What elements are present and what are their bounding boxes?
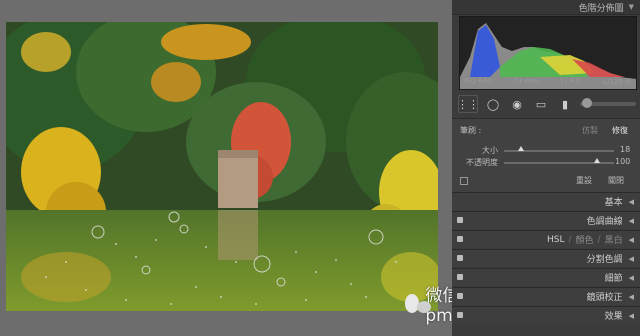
shutter-value: 1/125 秒 [602,78,632,86]
section-lens-label: 鏡頭校正 [586,293,623,303]
section-detail-label: 細節 [604,274,623,284]
size-value: 18 [620,145,630,154]
focal-value: 73 mm [513,77,539,85]
section-basic-label: 基本 [604,198,623,208]
opacity-label-text: 不透明度 [466,158,498,167]
expand-triangle-icon[interactable]: ◀ [629,274,634,282]
brush-actions: 重設 關閉 [576,175,624,186]
brush-options: 筆刷 : 仿製 修復 大小 18 不透明度 100 重設 關閉 [452,118,640,194]
tab-hsl[interactable]: HSL [547,235,565,245]
tab-color[interactable]: 顏色 [576,233,594,246]
section-effects[interactable]: 效果 ◀ [452,306,640,324]
graduated-filter-icon[interactable]: ▮ [556,96,574,112]
redeye-icon[interactable]: ◉ [508,96,526,112]
iso-value: ISO 640 [464,77,492,85]
section-basic[interactable]: 基本 ◀ [452,192,640,210]
size-slider-thumb[interactable] [518,146,524,151]
tool-slider[interactable] [580,98,636,108]
brush-label-text: 筆刷 : [460,126,482,135]
develop-panel: 色階分佈圖 ▼ ISO 640 73 mm f / 4.0 1/125 秒 ⋮⋮… [452,0,640,336]
section-split-toning[interactable]: 分割色調 ◀ [452,249,640,267]
opacity-slider-thumb[interactable] [594,158,600,163]
expand-triangle-icon[interactable]: ◀ [629,236,634,244]
expand-triangle-icon[interactable]: ◀ [629,255,634,263]
panel-switch-icon[interactable] [457,255,463,261]
expand-triangle-icon[interactable]: ◀ [629,217,634,225]
panel-switch-icon[interactable] [457,274,463,280]
histogram: ISO 640 73 mm f / 4.0 1/125 秒 [459,16,637,90]
reset-button[interactable]: 重設 [576,175,592,186]
image-canvas[interactable]: 微信号: pmsjpsjcxx [0,0,520,336]
size-label-text: 大小 [482,146,498,155]
histogram-title: 色階分佈圖 [578,3,624,14]
expand-triangle-icon[interactable]: ◀ [629,293,634,301]
slider-knob[interactable] [582,98,592,108]
brush-mode: 仿製 修復 [582,125,628,136]
panel-switch-icon[interactable] [457,217,463,223]
expand-triangle-icon[interactable]: ◀ [629,198,634,206]
grid-overlay-icon[interactable]: ⋮⋮ [457,95,479,113]
aperture-value: f / 4.0 [560,77,581,85]
tab-bw[interactable]: 黑白 [605,233,623,246]
opacity-value: 100 [615,157,630,166]
panel-switch-icon[interactable] [457,293,463,299]
toggle-switch-icon[interactable] [460,177,468,185]
size-value-text[interactable]: 18 [620,145,630,154]
spot-removal-icon[interactable]: ◯ [484,96,502,112]
section-effects-label: 效果 [604,312,623,322]
photo-preview[interactable] [6,22,438,311]
clone-button[interactable]: 仿製 [582,125,598,136]
adjustment-brush-icon[interactable]: ▭ [532,96,550,112]
close-button[interactable]: 關閉 [608,175,624,186]
section-detail[interactable]: 細節 ◀ [452,268,640,286]
brush-label: 筆刷 : [460,125,481,136]
panel-switch-icon[interactable] [457,312,463,318]
wechat-icon [405,293,432,313]
histogram-header[interactable]: 色階分佈圖 ▼ [452,0,640,15]
section-tone-curve[interactable]: 色調曲線 ◀ [452,211,640,229]
expand-triangle-icon[interactable]: ◀ [629,312,634,320]
section-lens-corrections[interactable]: 鏡頭校正 ◀ [452,287,640,305]
section-hsl[interactable]: HSL / 顏色 / 黑白 ◀ [452,230,640,248]
tool-strip: ⋮⋮ ◯ ◉ ▭ ▮ [457,93,636,115]
opacity-value-text[interactable]: 100 [615,157,630,166]
opacity-label: 不透明度 [466,157,498,168]
histogram-exif: ISO 640 73 mm f / 4.0 1/125 秒 [464,77,632,87]
autumn-landscape-photo [6,22,438,311]
heal-button[interactable]: 修復 [612,125,628,136]
collapse-triangle-icon[interactable]: ▼ [629,3,634,11]
section-split-toning-label: 分割色調 [586,255,623,265]
panel-switch-icon[interactable] [457,236,463,242]
section-tone-curve-label: 色調曲線 [586,217,623,227]
size-label: 大小 [482,145,498,156]
